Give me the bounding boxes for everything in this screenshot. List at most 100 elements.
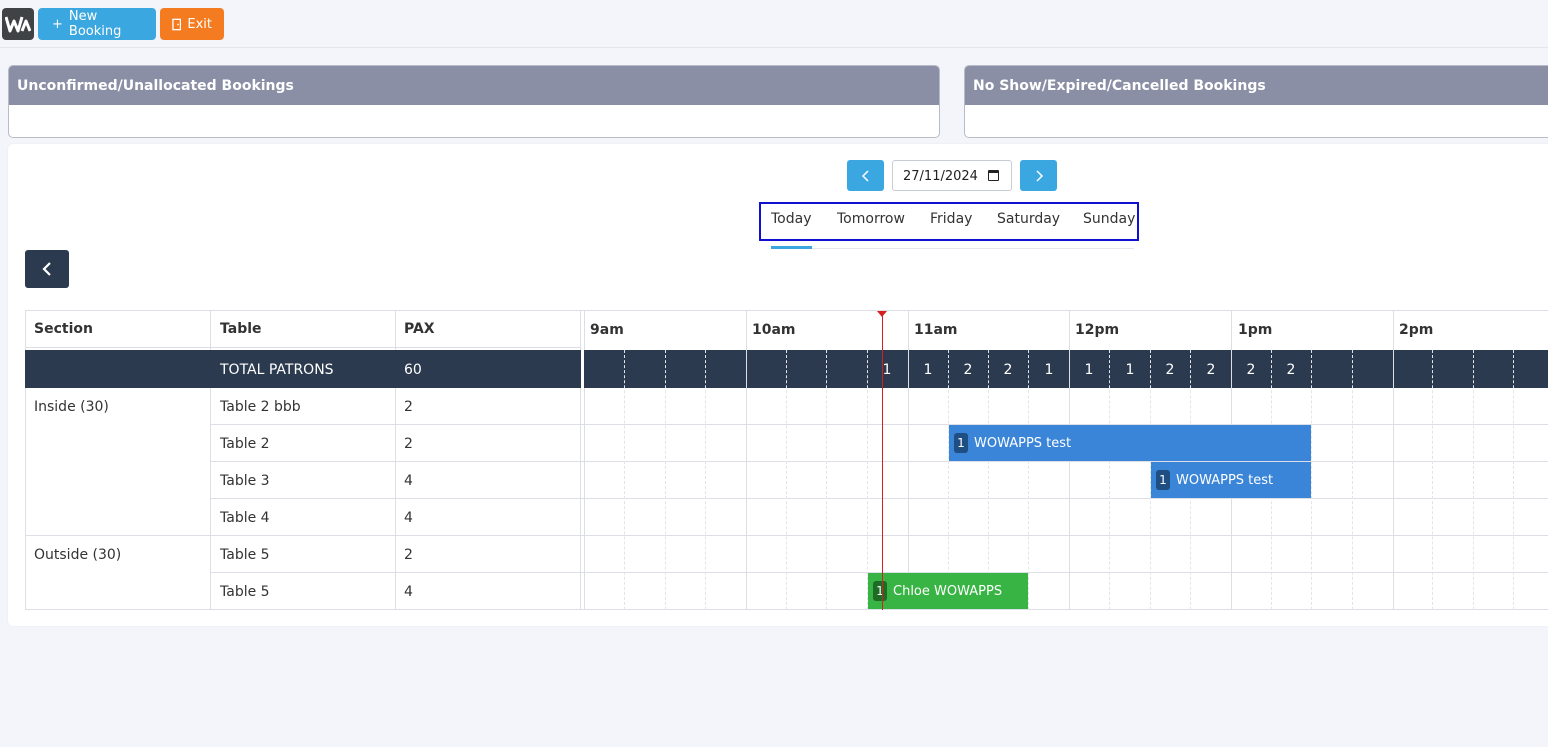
slot-count: 2 bbox=[1246, 362, 1256, 378]
tab-today[interactable]: Today bbox=[771, 211, 812, 227]
top-toolbar: + New Booking Exit bbox=[0, 0, 1548, 48]
grid-line bbox=[25, 347, 581, 348]
pax-header: PAX bbox=[404, 321, 435, 337]
table-header: Table bbox=[220, 321, 262, 337]
unconfirmed-bookings-title: Unconfirmed/Unallocated Bookings bbox=[9, 66, 939, 105]
date-input[interactable]: 27/11/2024 bbox=[892, 160, 1012, 191]
slot-count: 1 bbox=[923, 362, 933, 378]
slot-grid-line bbox=[1473, 350, 1474, 610]
table-name[interactable]: Table 4 bbox=[220, 510, 270, 526]
slot-grid-line bbox=[1028, 350, 1029, 610]
hour-grid-line bbox=[1393, 310, 1394, 610]
booking-pax: 1 bbox=[954, 433, 968, 453]
next-day-button[interactable] bbox=[1020, 160, 1057, 191]
slot-grid-line bbox=[826, 350, 827, 610]
current-time-marker-icon bbox=[877, 311, 887, 317]
grid-line bbox=[25, 310, 1548, 311]
tab-friday[interactable]: Friday bbox=[930, 211, 972, 227]
tabs-divider bbox=[812, 248, 1134, 249]
unconfirmed-bookings-panel: Unconfirmed/Unallocated Bookings bbox=[8, 65, 940, 138]
slot-grid-line bbox=[1311, 350, 1312, 610]
table-pax: 2 bbox=[404, 399, 413, 415]
hour-grid-line bbox=[908, 310, 909, 610]
table-pax: 4 bbox=[404, 473, 413, 489]
new-booking-button[interactable]: + New Booking bbox=[38, 8, 156, 40]
plus-icon: + bbox=[52, 16, 63, 32]
chevron-right-icon bbox=[1035, 169, 1043, 182]
new-booking-label: New Booking bbox=[68, 9, 122, 39]
grid-line bbox=[210, 498, 1548, 499]
time-label: 1pm bbox=[1238, 322, 1273, 338]
table-pax: 2 bbox=[404, 436, 413, 452]
hour-grid-line bbox=[746, 310, 747, 610]
cancelled-bookings-panel: No Show/Expired/Cancelled Bookings bbox=[964, 65, 1548, 138]
section-outside: Outside (30) bbox=[34, 547, 122, 563]
slot-count: 2 bbox=[1165, 362, 1175, 378]
booking-name: WOWAPPS test bbox=[1176, 472, 1274, 488]
calendar-icon[interactable] bbox=[988, 170, 999, 181]
table-name[interactable]: Table 5 bbox=[220, 547, 270, 563]
back-button[interactable] bbox=[25, 250, 69, 288]
time-label: 10am bbox=[752, 322, 796, 338]
table-name[interactable]: Table 2 bbox=[220, 436, 270, 452]
door-icon bbox=[172, 18, 182, 30]
total-patrons-value: 60 bbox=[404, 362, 422, 378]
cancelled-bookings-title: No Show/Expired/Cancelled Bookings bbox=[965, 66, 1548, 105]
slot-count: 2 bbox=[1206, 362, 1216, 378]
booking-block[interactable]: 1 Chloe WOWAPPS bbox=[868, 573, 1028, 609]
chevron-left-icon bbox=[861, 169, 869, 182]
slot-count: 1 bbox=[1084, 362, 1094, 378]
table-pax: 4 bbox=[404, 510, 413, 526]
date-value: 27/11/2024 bbox=[903, 169, 978, 184]
table-name[interactable]: Table 5 bbox=[220, 584, 270, 600]
section-inside: Inside (30) bbox=[34, 399, 109, 415]
slot-grid-line bbox=[1432, 350, 1433, 610]
slot-grid-line bbox=[624, 350, 625, 610]
table-pax: 2 bbox=[404, 547, 413, 563]
booking-pax: 1 bbox=[1156, 470, 1170, 490]
wowapps-logo-icon bbox=[5, 16, 31, 33]
slot-grid-line bbox=[1513, 350, 1514, 610]
tab-tomorrow[interactable]: Tomorrow bbox=[837, 211, 905, 227]
slot-grid-line bbox=[665, 350, 666, 610]
slot-count: 1 bbox=[1044, 362, 1054, 378]
table-name[interactable]: Table 2 bbb bbox=[220, 399, 301, 415]
slot-grid-line bbox=[1352, 350, 1353, 610]
booking-block[interactable]: 1 WOWAPPS test bbox=[949, 425, 1311, 461]
table-name[interactable]: Table 3 bbox=[220, 473, 270, 489]
total-patrons-label: TOTAL PATRONS bbox=[220, 362, 334, 378]
slot-count: 1 bbox=[882, 362, 892, 378]
slot-grid-line bbox=[786, 350, 787, 610]
grid-line bbox=[210, 461, 1548, 462]
slot-count: 1 bbox=[1125, 362, 1135, 378]
exit-label: Exit bbox=[187, 16, 212, 32]
tab-saturday[interactable]: Saturday bbox=[997, 211, 1060, 227]
slot-count: 2 bbox=[1003, 362, 1013, 378]
slot-grid-line bbox=[948, 350, 949, 610]
slot-count: 2 bbox=[1286, 362, 1296, 378]
app-logo[interactable] bbox=[2, 8, 34, 40]
table-pax: 4 bbox=[404, 584, 413, 600]
previous-day-button[interactable] bbox=[847, 160, 884, 191]
booking-pax: 1 bbox=[873, 581, 887, 601]
grid-line bbox=[210, 424, 1548, 425]
slot-count: 2 bbox=[963, 362, 973, 378]
active-tab-indicator bbox=[771, 246, 812, 249]
slot-grid-line bbox=[867, 350, 868, 610]
tab-sunday[interactable]: Sunday bbox=[1083, 211, 1135, 227]
time-label: 11am bbox=[914, 322, 958, 338]
time-label: 9am bbox=[590, 322, 624, 338]
slot-grid-line bbox=[1109, 350, 1110, 610]
booking-name: Chloe WOWAPPS bbox=[893, 583, 1003, 599]
slot-grid-line bbox=[988, 350, 989, 610]
time-label: 2pm bbox=[1399, 322, 1434, 338]
timeline-count-row bbox=[584, 350, 1548, 388]
chevron-left-icon bbox=[42, 262, 51, 276]
time-label: 12pm bbox=[1075, 322, 1120, 338]
day-tabs: Today Tomorrow Friday Saturday Sunday bbox=[759, 202, 1139, 241]
slot-grid-line bbox=[705, 350, 706, 610]
exit-button[interactable]: Exit bbox=[160, 8, 224, 40]
section-header: Section bbox=[34, 321, 93, 337]
current-time-line bbox=[882, 316, 883, 610]
booking-block[interactable]: 1 WOWAPPS test bbox=[1151, 462, 1311, 498]
